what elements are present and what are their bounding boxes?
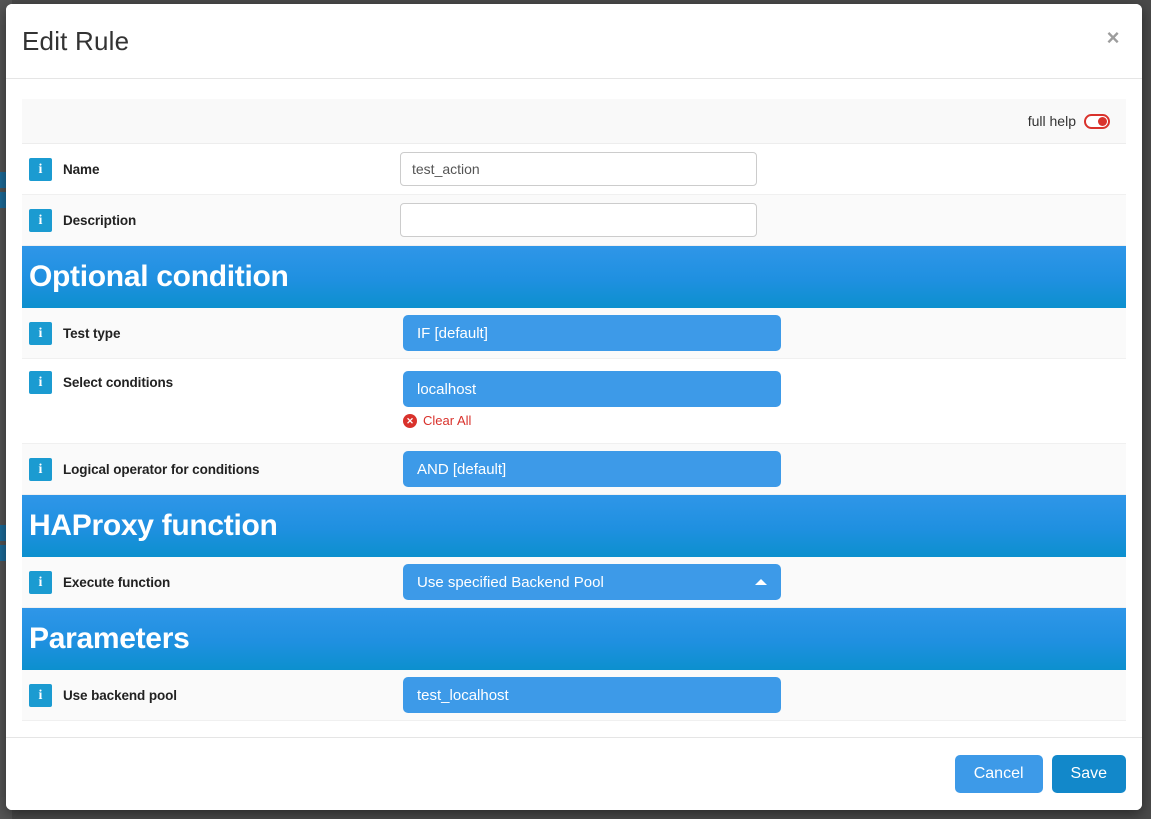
select-value: Use specified Backend Pool <box>417 573 604 591</box>
name-input[interactable] <box>400 152 757 186</box>
info-icon[interactable]: i <box>29 570 52 594</box>
modal-body: full help i Name i Description <box>6 79 1142 737</box>
row-field-select-conditions: localhost ✕ Clear All <box>400 371 1126 428</box>
edit-rule-modal: Edit Rule × full help i Name test_action… <box>6 4 1142 810</box>
use-backend-pool-select[interactable]: test_localhost <box>403 677 781 713</box>
section-header-optional-condition: Optional condition <box>22 246 1126 308</box>
close-icon[interactable]: × <box>1100 25 1126 51</box>
select-conditions-select[interactable]: localhost <box>403 371 781 407</box>
clear-all-label: Clear All <box>423 413 472 428</box>
field-label: Execute function <box>63 574 171 590</box>
modal-header: Edit Rule × <box>6 4 1142 79</box>
full-help-toggle-icon[interactable] <box>1084 113 1110 129</box>
field-label: Description <box>63 212 137 228</box>
page-title: Edit Rule <box>22 26 130 56</box>
row-label-use-backend-pool: i Use backend pool <box>22 683 400 707</box>
row-label-description: i Description <box>22 208 400 232</box>
logical-operator-select[interactable]: AND [default] <box>403 451 781 487</box>
section-header-parameters: Parameters <box>22 608 1126 670</box>
info-icon[interactable]: i <box>29 321 52 345</box>
row-label-logical-operator: i Logical operator for conditions <box>22 457 400 481</box>
row-field-name <box>400 152 1126 186</box>
select-value: test_localhost <box>417 686 509 704</box>
info-icon[interactable]: i <box>29 683 52 707</box>
form-row-name: i Name <box>22 144 1126 195</box>
field-label: Select conditions <box>63 375 174 390</box>
page-background: Edit Rule × full help i Name test_action… <box>0 0 1151 819</box>
field-label: Test type <box>63 325 121 341</box>
row-field-logical-operator: AND [default] <box>400 451 1126 487</box>
field-label: Logical operator for conditions <box>63 461 260 477</box>
row-field-execute-function: Use specified Backend Pool <box>400 564 1126 600</box>
modal-footer: Cancel Save <box>6 737 1142 810</box>
test-type-select[interactable]: IF [default] <box>403 315 781 351</box>
clear-all-button[interactable]: ✕ Clear All <box>403 413 1126 428</box>
clear-circle-x-icon: ✕ <box>403 413 417 428</box>
field-label: Name <box>63 161 100 177</box>
full-help-toggle-group[interactable]: full help <box>1028 99 1110 143</box>
description-input[interactable] <box>400 203 757 237</box>
row-field-use-backend-pool: test_localhost <box>400 677 1126 713</box>
cancel-button[interactable]: Cancel <box>954 755 1043 793</box>
row-field-description <box>400 203 1126 237</box>
row-label-name: i Name <box>22 157 400 181</box>
info-icon[interactable]: i <box>29 371 52 394</box>
full-help-bar: full help <box>22 99 1126 144</box>
info-icon[interactable]: i <box>29 208 52 232</box>
row-label-test-type: i Test type <box>22 321 400 345</box>
form-row-use-backend-pool: i Use backend pool test_localhost <box>22 670 1126 721</box>
select-value: IF [default] <box>417 324 488 342</box>
row-label-select-conditions: i Select conditions <box>22 371 400 394</box>
caret-up-icon <box>755 579 767 585</box>
row-label-execute-function: i Execute function <box>22 570 400 594</box>
info-icon[interactable]: i <box>29 157 52 181</box>
execute-function-select[interactable]: Use specified Backend Pool <box>403 564 781 600</box>
section-header-haproxy-function: HAProxy function <box>22 495 1126 557</box>
full-help-label: full help <box>1027 113 1076 129</box>
field-label: Use backend pool <box>63 687 177 703</box>
save-button[interactable]: Save <box>1051 755 1126 793</box>
info-icon[interactable]: i <box>29 457 52 481</box>
select-value: AND [default] <box>417 460 507 478</box>
select-value: localhost <box>417 380 477 398</box>
form-row-logical-operator: i Logical operator for conditions AND [d… <box>22 444 1126 495</box>
form-row-execute-function: i Execute function Use specified Backend… <box>22 557 1126 608</box>
form-row-test-type: i Test type IF [default] <box>22 308 1126 359</box>
form-row-description: i Description <box>22 195 1126 246</box>
row-field-test-type: IF [default] <box>400 315 1126 351</box>
form-row-select-conditions: i Select conditions localhost ✕ Clear Al… <box>22 359 1126 444</box>
